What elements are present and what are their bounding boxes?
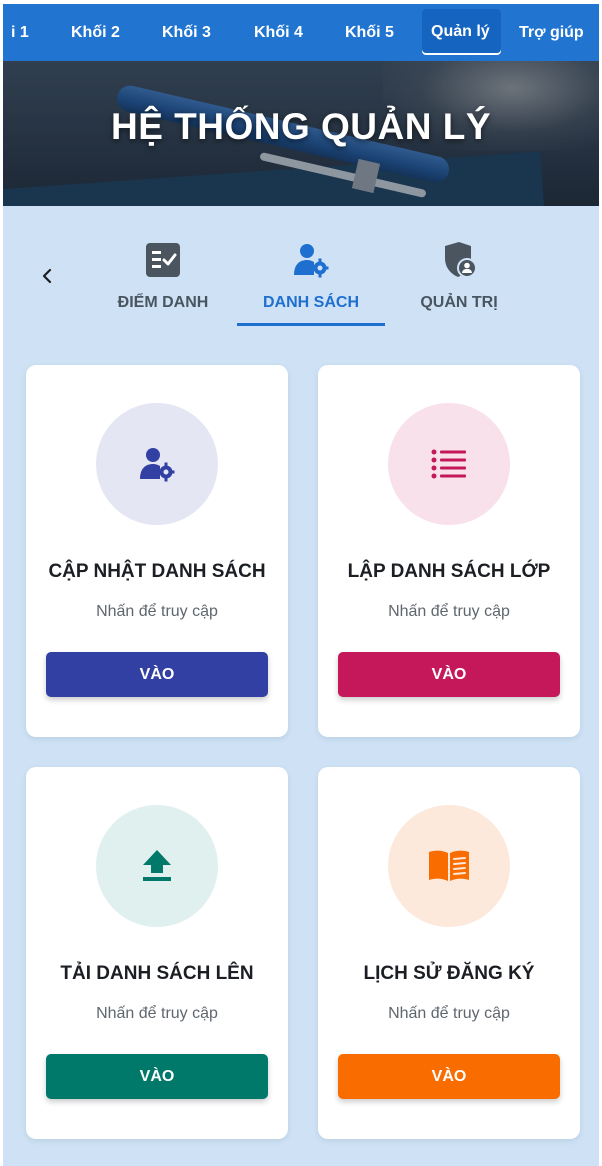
nav-item-tro-giup[interactable]: Trợ giúp	[519, 4, 584, 61]
nav-item-khoi-2[interactable]: Khối 2	[71, 4, 120, 61]
nav-item-quan-ly[interactable]: Quản lý	[422, 9, 501, 55]
card-tai-danh-sach-len[interactable]: TẢI DANH SÁCH LÊN Nhấn để truy cập VÀO	[26, 767, 288, 1139]
card-subtitle: Nhấn để truy cập	[96, 603, 218, 620]
card-icon-circle	[388, 403, 510, 525]
card-lap-danh-sach-lop[interactable]: LẬP DANH SÁCH LỚP Nhấn để truy cập VÀO	[318, 365, 580, 737]
tab-label: QUẢN TRỊ	[420, 294, 498, 311]
enter-button[interactable]: VÀO	[338, 1054, 560, 1099]
card-subtitle: Nhấn để truy cập	[96, 1005, 218, 1022]
tab-label: DANH SÁCH	[263, 294, 359, 311]
upload-icon	[143, 850, 171, 881]
tab-quan-tri[interactable]: QUẢN TRỊ	[385, 238, 533, 326]
enter-button[interactable]: VÀO	[46, 1054, 268, 1099]
nav-item-khoi-3[interactable]: Khối 3	[162, 4, 211, 61]
app-frame: i 1 Khối 2 Khối 3 Khối 4 Khối 5 Quản lý …	[3, 4, 599, 1166]
active-tab-indicator	[237, 323, 385, 326]
card-title: LỊCH SỬ ĐĂNG KÝ	[363, 963, 535, 984]
list-icon	[431, 449, 466, 479]
card-icon-circle	[388, 805, 510, 927]
nav-item-khoi-5[interactable]: Khối 5	[345, 4, 394, 61]
section-tabs: ĐIỂM DANH DANH SÁCH QUẢN TRỊ	[3, 206, 599, 334]
card-icon-circle	[96, 805, 218, 927]
user-gear-icon	[140, 448, 175, 482]
card-title: CẬP NHẬT DANH SÁCH	[48, 561, 266, 582]
nav-item-khoi-1[interactable]: i 1	[11, 4, 29, 61]
nav-item-khoi-4[interactable]: Khối 4	[254, 4, 303, 61]
user-gear-icon	[293, 242, 329, 278]
card-lich-su-dang-ky[interactable]: LỊCH SỬ ĐĂNG KÝ Nhấn để truy cập VÀO	[318, 767, 580, 1139]
tab-diem-danh[interactable]: ĐIỂM DANH	[89, 238, 237, 326]
book-icon	[429, 850, 469, 881]
tab-label: ĐIỂM DANH	[117, 294, 209, 311]
card-subtitle: Nhấn để truy cập	[388, 603, 510, 620]
enter-button[interactable]: VÀO	[338, 652, 560, 697]
hero-banner: HỆ THỐNG QUẢN LÝ	[3, 61, 599, 206]
shield-user-icon	[441, 242, 477, 278]
card-title: LẬP DANH SÁCH LỚP	[347, 561, 551, 582]
chevron-left-icon[interactable]	[37, 264, 57, 288]
card-title: TẢI DANH SÁCH LÊN	[60, 963, 254, 984]
card-cap-nhat-danh-sach[interactable]: CẬP NHẬT DANH SÁCH Nhấn để truy cập VÀO	[26, 365, 288, 737]
page-title: HỆ THỐNG QUẢN LÝ	[110, 106, 492, 147]
enter-button[interactable]: VÀO	[46, 652, 268, 697]
tab-danh-sach[interactable]: DANH SÁCH	[237, 238, 385, 326]
checklist-icon	[145, 242, 181, 278]
top-nav: i 1 Khối 2 Khối 3 Khối 4 Khối 5 Quản lý …	[3, 4, 599, 61]
card-icon-circle	[96, 403, 218, 525]
card-subtitle: Nhấn để truy cập	[388, 1005, 510, 1022]
